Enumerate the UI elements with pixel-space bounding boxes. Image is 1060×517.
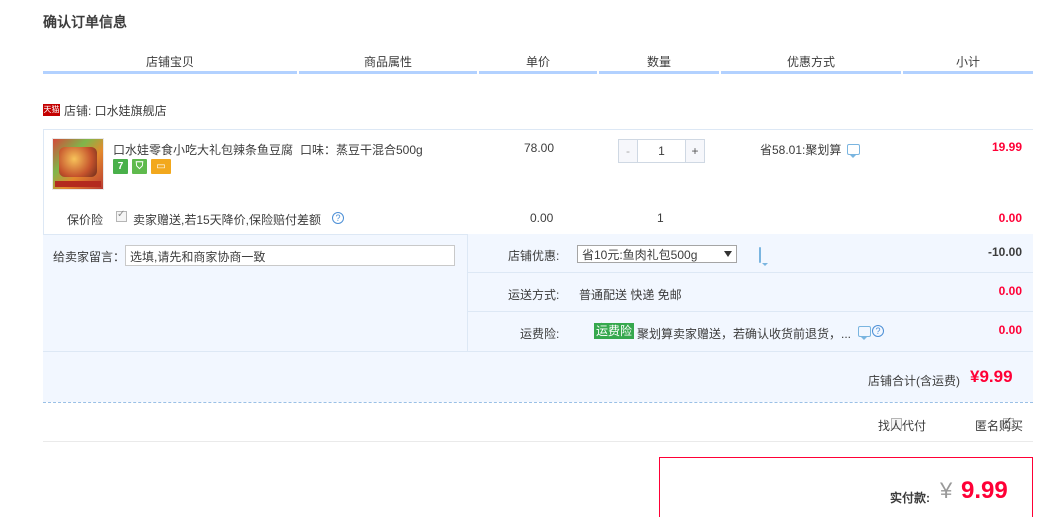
insurance-price: 0.00 (530, 211, 554, 225)
memo-label: 给卖家留言： (53, 250, 126, 264)
shop-discount-value: -10.00 (987, 245, 1022, 259)
divider (467, 311, 1033, 312)
chat-bubble-icon[interactable] (847, 144, 861, 158)
unit-price: 78.00 (524, 141, 555, 155)
freight-insurance-text: 聚划算卖家赠送，若确认收货前退货，... (637, 327, 852, 341)
shop-discount-select[interactable]: 省10元:鱼肉礼包500g (577, 245, 737, 263)
dropdown-arrow-icon (724, 251, 732, 257)
freight-insurance-price: 0.00 (998, 323, 1022, 337)
product-image-detail (59, 147, 97, 177)
item-divider (43, 129, 1033, 130)
shop-total-label: 店铺合计(含运费) (868, 374, 960, 388)
product-image[interactable] (52, 138, 104, 190)
discount-text: 省58.01:聚划算 (760, 143, 842, 157)
shop-name[interactable]: 店铺: 口水娃旗舰店 (64, 102, 167, 119)
product-name-link[interactable]: 口水娃零食小吃大礼包辣条鱼豆腐 (113, 141, 298, 158)
shipping-price: 0.00 (998, 284, 1022, 298)
proxy-pay-label[interactable]: 找人代付 (878, 417, 926, 434)
shipping-method: 普通配送 快递 免邮 (579, 288, 682, 302)
seven-day-return-icon[interactable]: 7 (113, 159, 128, 174)
currency-symbol: ¥ (940, 478, 953, 503)
page-title: 确认订单信息 (43, 14, 127, 30)
insurance-text: 卖家赠送,若15天降价,保险赔付差额 (133, 213, 322, 227)
shop-discount-selected: 省10元:鱼肉礼包500g (582, 247, 698, 262)
divider (467, 272, 1033, 273)
dashed-divider (43, 402, 1033, 403)
insurance-quantity: 1 (657, 211, 664, 225)
item-left-border (43, 129, 44, 235)
col-header-item: 店铺宝贝 (43, 52, 297, 74)
quantity-input[interactable]: 1 (638, 140, 685, 162)
pay-label: 实付款: (890, 491, 930, 505)
col-header-subtotal: 小计 (903, 52, 1033, 74)
tmall-icon: 天猫 (43, 104, 60, 116)
freight-insurance-tag: 运费险 (594, 323, 635, 339)
freight-insurance-icons: ? (858, 325, 884, 340)
credit-card-icon[interactable]: ▭ (151, 159, 171, 174)
divider (43, 441, 1033, 442)
shop-total-value: ¥9.99 (970, 367, 1013, 386)
memo-input[interactable]: 选填,请先和商家协商一致 (125, 245, 455, 266)
help-icon[interactable]: ? (332, 212, 344, 224)
discount-info: 省58.01:聚划算 (760, 141, 861, 158)
quantity-increase-button[interactable]: + (685, 140, 704, 162)
guarantee-shield-icon[interactable]: ⛉ (132, 159, 147, 174)
quantity-decrease-button[interactable]: - (619, 140, 638, 162)
pay-amount: 9.99 (961, 477, 1008, 504)
divider (43, 351, 1033, 352)
insurance-label: 保价险 (67, 213, 104, 227)
shop-discount-label: 店铺优惠: (508, 249, 560, 263)
help-icon[interactable]: ? (872, 325, 884, 337)
chat-bubble-icon[interactable] (858, 325, 871, 340)
col-header-price: 单价 (479, 52, 597, 74)
product-image-strip (55, 181, 101, 187)
anonymous-label[interactable]: 匿名购买 (975, 417, 1023, 434)
freight-insurance-label: 运费险: (520, 327, 560, 341)
service-badges: 7 ⛉ ▭ (113, 159, 171, 174)
item-subtotal: 19.99 (991, 140, 1022, 154)
insurance-subtotal: 0.00 (998, 211, 1022, 225)
insurance-checkbox (116, 209, 127, 222)
shop-line: 天猫 店铺: 口水娃旗舰店 (43, 102, 167, 118)
quantity-stepper: - 1 + (618, 139, 705, 163)
shipping-label: 运送方式: (508, 288, 560, 302)
col-header-attribute: 商品属性 (299, 52, 477, 74)
product-attribute: 口味：蒸豆干混合500g (300, 143, 423, 157)
col-header-quantity: 数量 (599, 52, 719, 74)
col-header-discount: 优惠方式 (721, 52, 901, 74)
table-header: 店铺宝贝 商品属性 单价 数量 优惠方式 小计 (43, 52, 1033, 74)
